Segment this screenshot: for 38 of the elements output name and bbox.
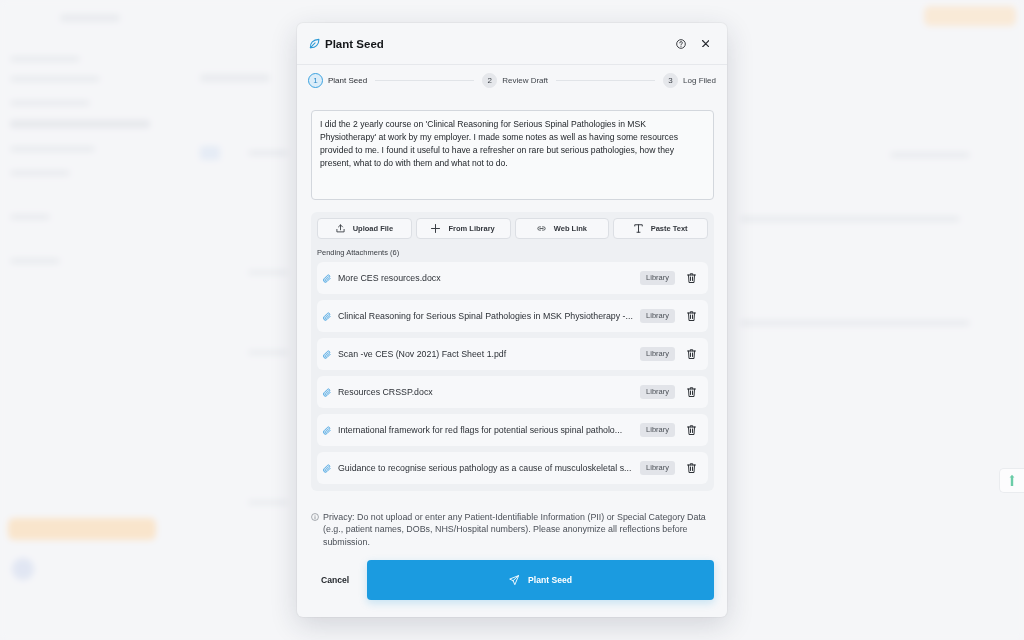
info-icon <box>311 513 319 521</box>
attachment-name: International framework for red flags for potential serious spinal patholo... <box>338 425 624 435</box>
leaf-icon <box>309 38 320 49</box>
step-number: 3 <box>663 73 679 88</box>
attachment-name: Scan -ve CES (Nov 2021) Fact Sheet 1.pdf <box>338 349 508 359</box>
reflection-textarea[interactable]: I did the 2 yearly course on 'Clinical Reasoning for Serious Spinal Pathologies in MSK Physiotherapy' at work by my employer. I made some notes as well as having some resources provided to me. I found it useful to have a refresher on rare but serious pathologies, how they present, what to do with them and what not to do. <box>311 110 714 200</box>
attachment-name: Guidance to recognise serious pathology as a cause of musculoskeletal s... <box>338 463 633 473</box>
arrow-up-icon <box>1009 474 1015 487</box>
step-number: 2 <box>482 73 498 88</box>
paperclip-icon <box>323 387 331 397</box>
trash-icon[interactable] <box>687 387 696 397</box>
trash-icon[interactable] <box>687 463 696 473</box>
send-icon <box>509 575 520 586</box>
attachment-name: Clinical Reasoning for Serious Spinal Pathologies in MSK Physiotherapy -... <box>338 311 634 321</box>
step-label: Review Draft <box>502 76 548 85</box>
paperclip-icon <box>323 311 331 321</box>
step-label: Log Filed <box>683 76 716 85</box>
type-icon <box>633 224 643 233</box>
paperclip-icon <box>323 349 331 359</box>
attachment-name: Resources CRSSP.docx <box>338 387 434 397</box>
upload-icon <box>335 224 345 233</box>
privacy-notice: Privacy: Do not upload or enter any Patient-Identifiable Information (PII) or Special Category Data (e.g., patient names, DOBs, NHS/Hospital numbers). Please anonymize all reflections before submission. <box>323 511 707 549</box>
trash-icon[interactable] <box>687 273 696 283</box>
trash-icon[interactable] <box>687 311 696 321</box>
trash-icon[interactable] <box>687 349 696 359</box>
trash-icon[interactable] <box>687 425 696 435</box>
attachment-name: More CES resources.docx <box>338 273 442 283</box>
step-label: Plant Seed <box>328 76 368 85</box>
step-number: 1 <box>308 73 323 88</box>
link-icon <box>536 224 546 233</box>
dialog-title: Plant Seed <box>325 37 384 50</box>
plus-icon <box>431 224 441 233</box>
cancel-button[interactable]: Cancel <box>311 569 360 592</box>
paperclip-icon <box>323 425 331 435</box>
close-icon[interactable] <box>701 39 709 48</box>
paperclip-icon <box>323 463 331 473</box>
paperclip-icon <box>323 273 331 283</box>
help-icon[interactable] <box>675 38 686 49</box>
